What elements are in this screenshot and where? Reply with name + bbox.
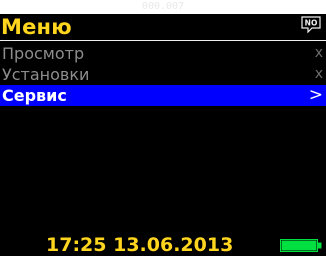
menu-item-mark: >	[308, 85, 323, 105]
battery-fill	[281, 240, 317, 251]
menu-item-mark: x	[314, 45, 323, 61]
menu-item-service[interactable]: Сервис >	[0, 85, 326, 106]
header-divider	[0, 40, 326, 41]
menu-item-settings[interactable]: Установки x	[0, 64, 326, 85]
status-bar: 17:25 13.06.2013	[0, 234, 326, 256]
device-screen: Меню NO Просмотр x Установки x Сервис > …	[0, 14, 326, 256]
menu-item-label: Просмотр	[2, 44, 85, 63]
menu-item-label: Установки	[2, 65, 90, 84]
page-title: Меню	[1, 15, 72, 39]
battery-icon	[280, 239, 322, 252]
no-sound-icon-text: NO	[305, 19, 318, 28]
menu-item-view[interactable]: Просмотр x	[0, 43, 326, 64]
menu-item-label: Сервис	[2, 86, 67, 105]
caption: 000.007	[141, 1, 185, 12]
menu-list: Просмотр x Установки x Сервис >	[0, 43, 326, 106]
no-sound-icon: NO	[301, 16, 321, 33]
menu-header: Меню NO	[0, 14, 326, 41]
menu-item-mark: x	[314, 66, 323, 82]
datetime: 17:25 13.06.2013	[46, 234, 234, 256]
